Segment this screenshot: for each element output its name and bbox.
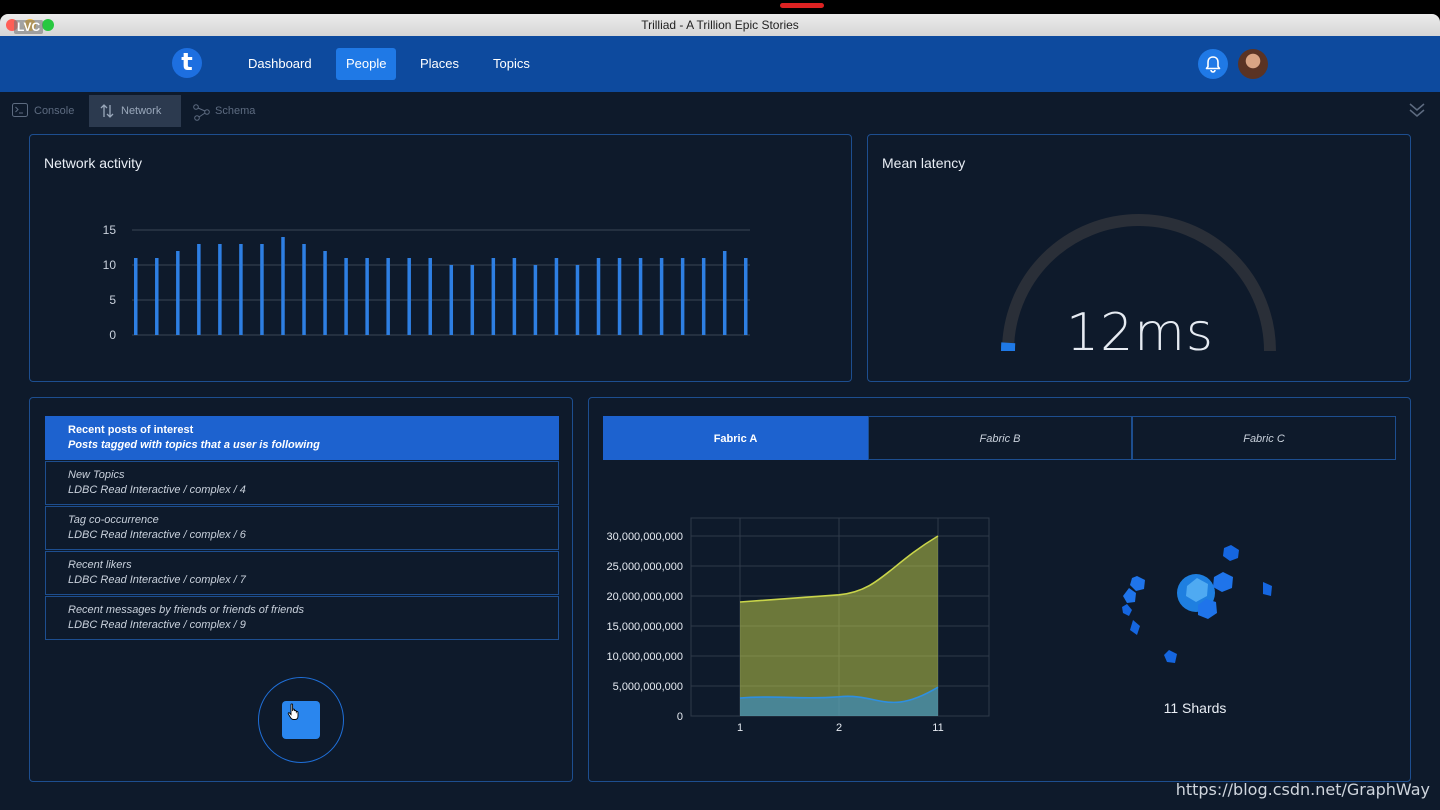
latency-value: 12ms (1066, 303, 1214, 363)
bar (596, 258, 601, 335)
toolbar-tab-label: Console (34, 105, 75, 117)
recording-indicator (780, 3, 824, 8)
collapse-toolbar-button[interactable] (1408, 102, 1426, 123)
tab-fabric-c[interactable]: Fabric C (1132, 416, 1396, 460)
query-subtitle: LDBC Read Interactive / complex / 4 (68, 484, 246, 496)
bar (197, 244, 201, 335)
query-title: Tag co-occurrence (68, 514, 159, 526)
network-activity-chart: 0 5 10 15 (103, 223, 750, 342)
bar (323, 251, 327, 335)
bar (470, 265, 475, 335)
nav-item-people[interactable]: People (336, 48, 397, 80)
y-tick-label: 15 (103, 223, 117, 237)
bar (365, 258, 369, 335)
y-tick-label: 15,000,000,000 (607, 621, 683, 633)
query-item-recent-posts[interactable]: Recent posts of interest Posts tagged wi… (45, 416, 559, 460)
top-nav: t Dashboard People Places Topics (0, 36, 1440, 92)
network-activity-panel: Network activity 0 5 10 15 (29, 134, 852, 382)
query-subtitle: Posts tagged with topics that a user is … (68, 439, 320, 451)
x-tick-label: 1 (737, 722, 743, 734)
bar (302, 244, 306, 335)
bar (218, 244, 222, 335)
fabric-growth-chart: 0 5,000,000,000 10,000,000,000 15,000,000,0… (607, 517, 990, 734)
y-tick-label: 20,000,000,000 (607, 591, 683, 603)
user-avatar[interactable] (1238, 49, 1268, 79)
bar (176, 251, 180, 335)
fabric-panel: Fabric A Fabric B Fabric C 0 5,000,000,00… (588, 397, 1411, 782)
toolbar-tab-label: Network (121, 105, 162, 117)
bar (512, 258, 517, 335)
terminal-icon (12, 103, 28, 117)
bar (680, 258, 685, 335)
nav-item-topics[interactable]: Topics (483, 48, 540, 80)
query-item-new-topics[interactable]: New Topics LDBC Read Interactive / compl… (45, 461, 559, 505)
app-logo[interactable]: t (172, 48, 202, 78)
y-tick-label: 0 (677, 711, 683, 723)
dev-toolbar: Console Network Schema (0, 92, 1440, 128)
chevron-double-down-icon (1409, 103, 1425, 117)
window-titlebar: Trilliad - A Trillion Epic Stories (0, 14, 1440, 36)
notifications-button[interactable] (1198, 49, 1228, 79)
y-tick-label: 25,000,000,000 (607, 561, 683, 573)
nav-item-places[interactable]: Places (410, 48, 469, 80)
bar (155, 258, 159, 335)
bar (701, 258, 706, 335)
nav-item-dashboard[interactable]: Dashboard (238, 48, 322, 80)
bar (239, 244, 243, 335)
bar (659, 258, 664, 335)
y-tick-label: 5,000,000,000 (613, 681, 683, 693)
shards-visualization (1122, 545, 1272, 663)
bar (554, 258, 559, 335)
hand-cursor-icon (287, 703, 299, 720)
bar (260, 244, 264, 335)
toolbar-tab-label: Schema (215, 105, 256, 117)
window-title: Trilliad - A Trillion Epic Stories (641, 18, 799, 32)
bar (344, 258, 348, 335)
query-subtitle: LDBC Read Interactive / complex / 7 (68, 574, 246, 586)
query-subtitle: LDBC Read Interactive / complex / 9 (68, 619, 246, 631)
query-title: Recent posts of interest (68, 424, 194, 436)
x-tick-label: 11 (932, 722, 943, 734)
bar (407, 258, 411, 335)
bar (744, 258, 748, 335)
x-tick-label: 2 (836, 722, 842, 734)
bar (386, 258, 390, 335)
bar (281, 237, 285, 335)
bar (617, 258, 622, 335)
toolbar-tab-network[interactable]: Network (89, 95, 181, 127)
arrows-up-down-icon (100, 104, 114, 118)
bar (449, 265, 454, 335)
query-item-recent-messages[interactable]: Recent messages by friends or friends of… (45, 596, 559, 640)
queries-panel: Recent posts of interest Posts tagged wi… (29, 397, 573, 782)
shards-count: 11 Shards (1163, 700, 1227, 716)
mean-latency-panel: Mean latency 12ms (867, 134, 1411, 382)
bar (575, 265, 580, 335)
y-tick-label: 10,000,000,000 (607, 651, 683, 663)
window-badge: LVC (14, 20, 44, 34)
query-title: Recent messages by friends or friends of… (68, 604, 305, 616)
bar (134, 258, 138, 335)
app: t Dashboard People Places Topics Console… (0, 36, 1440, 810)
query-title: New Topics (68, 469, 125, 481)
y-tick-label: 0 (109, 328, 116, 342)
query-item-tag-cooccurrence[interactable]: Tag co-occurrence LDBC Read Interactive … (45, 506, 559, 550)
y-tick-label: 10 (103, 258, 117, 272)
bar (533, 265, 538, 335)
toolbar-tab-console[interactable]: Console (2, 95, 86, 127)
query-item-recent-likers[interactable]: Recent likers LDBC Read Interactive / co… (45, 551, 559, 595)
graph-nodes-icon (193, 104, 210, 121)
bell-icon (1205, 56, 1221, 73)
source-watermark: https://blog.csdn.net/GraphWay (1175, 780, 1430, 799)
bar (428, 258, 432, 335)
y-tick-label: 5 (109, 293, 116, 307)
y-tick-label: 30,000,000,000 (607, 531, 683, 543)
query-title: Recent likers (68, 559, 132, 571)
shard-cluster (1122, 545, 1272, 663)
bar (722, 251, 727, 335)
query-subtitle: LDBC Read Interactive / complex / 6 (68, 529, 246, 541)
maximize-window-button[interactable] (42, 19, 54, 31)
bar (638, 258, 643, 335)
toolbar-tab-schema[interactable]: Schema (183, 95, 267, 127)
bar (491, 258, 496, 335)
